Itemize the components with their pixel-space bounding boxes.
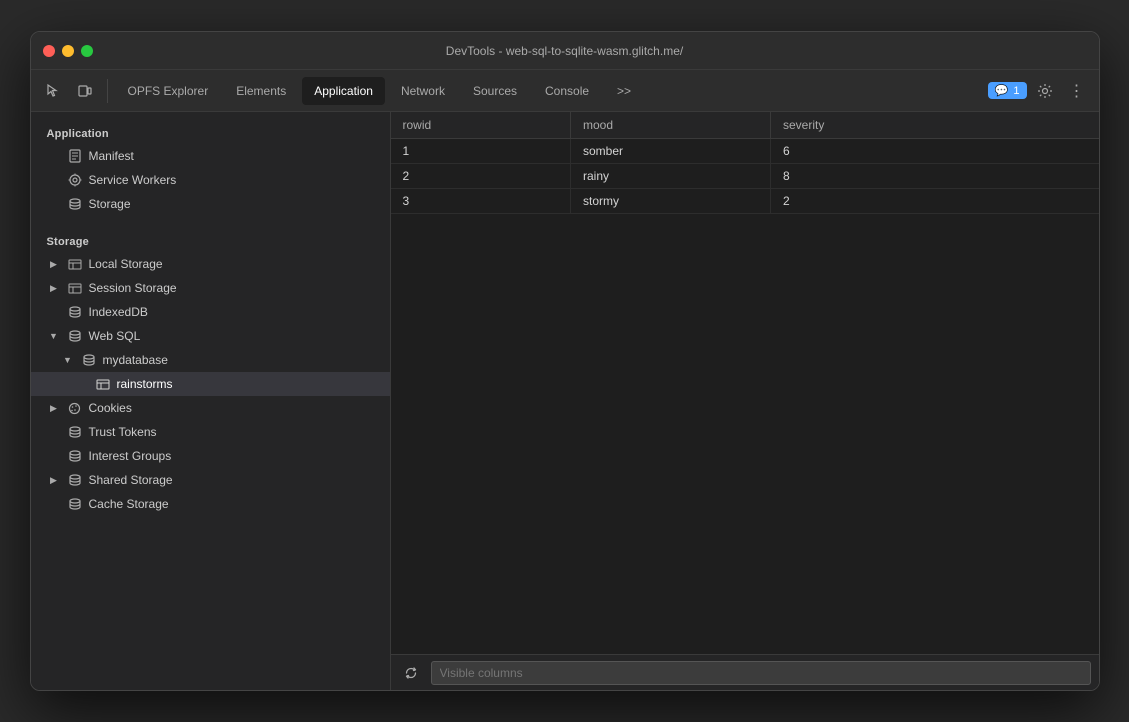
web-sql-arrow: ▼ [47,329,61,343]
interest-groups-icon [67,448,83,464]
toolbar: OPFS Explorer Elements Application Netwo… [31,70,1099,112]
sidebar-item-rainstorms[interactable]: rainstorms [31,372,390,396]
sidebar-item-interest-groups[interactable]: Interest Groups [31,444,390,468]
window-title: DevTools - web-sql-to-sqlite-wasm.glitch… [446,44,683,58]
refresh-icon [404,666,418,680]
sidebar-item-manifest[interactable]: Manifest [31,144,390,168]
sidebar-item-cache-storage[interactable]: Cache Storage [31,492,390,516]
sidebar-item-session-storage[interactable]: ▶ Session Storage [31,276,390,300]
cell-rowid: 2 [391,164,571,189]
cell-severity: 8 [771,164,1099,189]
settings-button[interactable] [1031,77,1059,105]
device-toggle-button[interactable] [71,77,99,105]
web-sql-icon [67,328,83,344]
section-spacer [31,216,390,228]
storage-section-header: Storage [31,228,390,252]
results-table: rowid mood severity 1somber62rainy83stor… [391,112,1099,214]
arrow-placeholder [47,149,61,163]
table-row: 3stormy2 [391,189,1099,214]
indexeddb-arrow [47,305,61,319]
inspect-element-button[interactable] [39,77,67,105]
col-header-mood[interactable]: mood [571,112,771,139]
more-tabs-button[interactable]: >> [605,77,643,105]
visible-columns-input[interactable] [431,661,1091,685]
device-icon [77,83,93,99]
cell-mood: somber [571,139,771,164]
cache-storage-arrow [47,497,61,511]
storage-icon [67,196,83,212]
table-header-row: rowid mood severity [391,112,1099,139]
shared-storage-icon [67,472,83,488]
tab-opfs-explorer[interactable]: OPFS Explorer [116,77,221,105]
local-storage-icon [67,256,83,272]
manifest-icon [67,148,83,164]
main-content: Application Manifest Service Workers [31,112,1099,690]
chat-icon: 💬 [995,84,1009,97]
close-button[interactable] [43,45,55,57]
bottom-bar [391,654,1099,690]
cache-storage-icon [67,496,83,512]
sidebar-item-local-storage[interactable]: ▶ Local Storage [31,252,390,276]
shared-storage-arrow: ▶ [47,473,61,487]
table-row: 1somber6 [391,139,1099,164]
cookies-arrow: ▶ [47,401,61,415]
sidebar-item-indexeddb[interactable]: IndexedDB [31,300,390,324]
table-row: 2rainy8 [391,164,1099,189]
sidebar-item-cookies[interactable]: ▶ Cookies [31,396,390,420]
more-options-button[interactable]: ⋮ [1063,77,1091,105]
devtools-window: DevTools - web-sql-to-sqlite-wasm.glitch… [30,31,1100,691]
minimize-button[interactable] [62,45,74,57]
cell-severity: 2 [771,189,1099,214]
tab-sources[interactable]: Sources [461,77,529,105]
toolbar-divider [107,79,108,103]
arrow-placeholder [47,173,61,187]
cursor-icon [45,83,61,99]
data-table: rowid mood severity 1somber62rainy83stor… [391,112,1099,654]
local-storage-arrow: ▶ [47,257,61,271]
cell-mood: rainy [571,164,771,189]
indexeddb-icon [67,304,83,320]
notification-badge[interactable]: 💬 1 [988,82,1027,99]
sidebar: Application Manifest Service Workers [31,112,391,690]
sidebar-item-trust-tokens[interactable]: Trust Tokens [31,420,390,444]
col-header-rowid[interactable]: rowid [391,112,571,139]
tab-network[interactable]: Network [389,77,457,105]
tab-elements[interactable]: Elements [224,77,298,105]
sidebar-item-storage-app[interactable]: Storage [31,192,390,216]
maximize-button[interactable] [81,45,93,57]
titlebar: DevTools - web-sql-to-sqlite-wasm.glitch… [31,32,1099,70]
mydatabase-arrow: ▼ [61,353,75,367]
tab-application[interactable]: Application [302,77,385,105]
arrow-placeholder [47,197,61,211]
app-section-header: Application [31,120,390,144]
refresh-button[interactable] [399,661,423,685]
cookies-icon [67,400,83,416]
mydatabase-icon [81,352,97,368]
interest-groups-arrow [47,449,61,463]
col-header-severity[interactable]: severity [771,112,1099,139]
cell-rowid: 3 [391,189,571,214]
sidebar-item-mydatabase[interactable]: ▼ mydatabase [31,348,390,372]
cell-severity: 6 [771,139,1099,164]
rainstorms-arrow [75,377,89,391]
sidebar-item-service-workers[interactable]: Service Workers [31,168,390,192]
service-workers-icon [67,172,83,188]
window-controls [43,45,93,57]
trust-tokens-arrow [47,425,61,439]
cell-rowid: 1 [391,139,571,164]
cell-mood: stormy [571,189,771,214]
sidebar-item-shared-storage[interactable]: ▶ Shared Storage [31,468,390,492]
gear-icon [1037,83,1053,99]
session-storage-arrow: ▶ [47,281,61,295]
sidebar-item-web-sql[interactable]: ▼ Web SQL [31,324,390,348]
rainstorms-icon [95,376,111,392]
session-storage-icon [67,280,83,296]
tab-console[interactable]: Console [533,77,601,105]
content-area: rowid mood severity 1somber62rainy83stor… [391,112,1099,690]
trust-tokens-icon [67,424,83,440]
